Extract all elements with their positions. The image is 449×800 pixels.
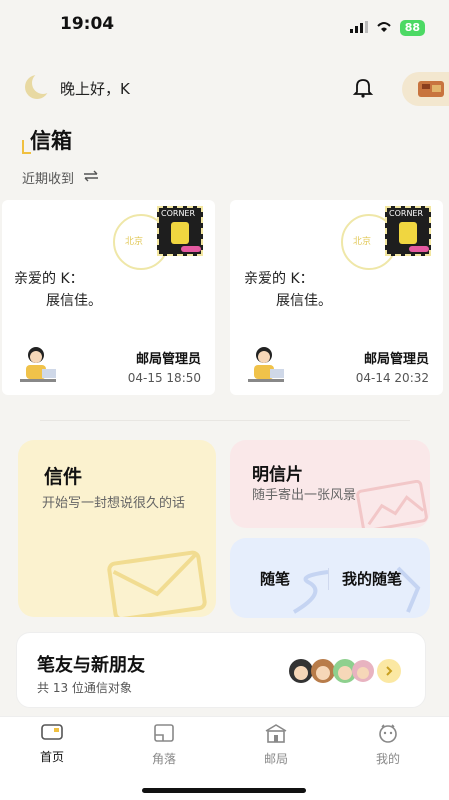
stamp-icon: CORNER bbox=[157, 206, 203, 256]
tab-post-office[interactable]: 邮局 bbox=[246, 723, 306, 767]
stamp-area: 北京 CORNER bbox=[113, 206, 203, 270]
postcard-icon bbox=[352, 479, 430, 528]
status-icons: 88 bbox=[349, 18, 425, 37]
letter-card[interactable]: 北京 CORNER 亲爱的 K： 展信佳。 邮局管理员 04-15 18:50 bbox=[2, 200, 215, 395]
tab-corner[interactable]: 角落 bbox=[134, 723, 194, 767]
tab-profile-label: 我的 bbox=[375, 752, 400, 766]
corner-icon bbox=[154, 724, 174, 742]
postcard-title: 明信片 bbox=[252, 465, 303, 485]
battery-indicator: 88 bbox=[399, 19, 425, 36]
recent-filter[interactable]: 近期收到 bbox=[22, 168, 100, 187]
stamp-figure bbox=[171, 222, 189, 244]
stamp-icon: CORNER bbox=[385, 206, 431, 256]
penpals-card[interactable]: 笔友与新朋友 共 13 位通信对象 bbox=[16, 632, 426, 708]
wifi-icon bbox=[376, 18, 392, 37]
greeting-text: 晚上好，K bbox=[60, 80, 130, 98]
envelope-icon bbox=[106, 548, 216, 617]
letter-card[interactable]: 北京 CORNER 亲爱的 K： 展信佳。 邮局管理员 04-14 20:32 bbox=[230, 200, 443, 395]
penpals-title: 笔友与新朋友 bbox=[37, 655, 145, 676]
status-bar: 19:04 88 bbox=[0, 0, 449, 50]
stamp-accent bbox=[181, 246, 201, 252]
postmark-text: 北京 bbox=[353, 237, 372, 247]
write-letter-title: 信件 bbox=[44, 466, 83, 488]
letter-sender: 邮局管理员 bbox=[363, 352, 429, 367]
letter-time: 04-14 20:32 bbox=[355, 371, 429, 385]
postmaster-avatar-icon bbox=[244, 345, 288, 389]
postcard-desc: 随手寄出一张风景 bbox=[252, 488, 357, 503]
mailbox-title: 信箱 bbox=[30, 129, 72, 153]
penpals-count: 共 13 位通信对象 bbox=[37, 681, 132, 695]
section-divider bbox=[40, 420, 410, 421]
greeting-row: 晚上好，K bbox=[22, 70, 449, 106]
postmaster-avatar-icon bbox=[16, 345, 60, 389]
post-office-icon bbox=[265, 724, 287, 743]
home-card-icon bbox=[41, 724, 63, 740]
profile-icon bbox=[379, 724, 397, 743]
stamp-area: 北京 CORNER bbox=[341, 206, 431, 270]
recent-filter-label: 近期收到 bbox=[22, 172, 75, 187]
penpals-avatars-icon bbox=[287, 653, 375, 693]
tab-home-label: 首页 bbox=[39, 750, 64, 764]
status-time: 19:04 bbox=[60, 14, 115, 34]
write-letter-desc: 开始写一封想说很久的话 bbox=[42, 496, 186, 511]
pen-icon bbox=[288, 562, 428, 618]
tab-post-office-label: 邮局 bbox=[263, 752, 288, 766]
chevron-right-icon[interactable] bbox=[377, 659, 401, 683]
home-indicator bbox=[142, 788, 306, 793]
tab-profile[interactable]: 我的 bbox=[358, 723, 418, 767]
essay-tile: 随笔 我的随笔 bbox=[230, 538, 430, 618]
stamp-text: CORNER bbox=[161, 209, 196, 218]
stamp-figure bbox=[399, 222, 417, 244]
letter-body: 展信佳。 bbox=[276, 293, 332, 309]
essay-button[interactable]: 随笔 bbox=[260, 568, 290, 589]
letter-time: 04-15 18:50 bbox=[127, 371, 201, 385]
bell-icon[interactable] bbox=[352, 76, 374, 102]
letter-salutation: 亲爱的 K： bbox=[244, 271, 314, 287]
postmark-text: 北京 bbox=[125, 237, 144, 247]
avatar[interactable] bbox=[402, 72, 449, 106]
postcard-tile[interactable]: 明信片 随手寄出一张风景 bbox=[230, 440, 430, 528]
stamp-accent bbox=[409, 246, 429, 252]
letter-salutation: 亲爱的 K： bbox=[14, 271, 84, 287]
moon-icon bbox=[22, 72, 54, 106]
signal-icon bbox=[349, 18, 368, 37]
swap-icon bbox=[82, 170, 100, 186]
stamp-text: CORNER bbox=[389, 209, 424, 218]
letter-body: 展信佳。 bbox=[46, 293, 102, 309]
tab-home[interactable]: 首页 bbox=[22, 723, 82, 765]
letter-sender: 邮局管理员 bbox=[135, 352, 201, 367]
write-letter-tile[interactable]: 信件 开始写一封想说很久的话 bbox=[18, 440, 216, 617]
tab-corner-label: 角落 bbox=[151, 752, 176, 766]
